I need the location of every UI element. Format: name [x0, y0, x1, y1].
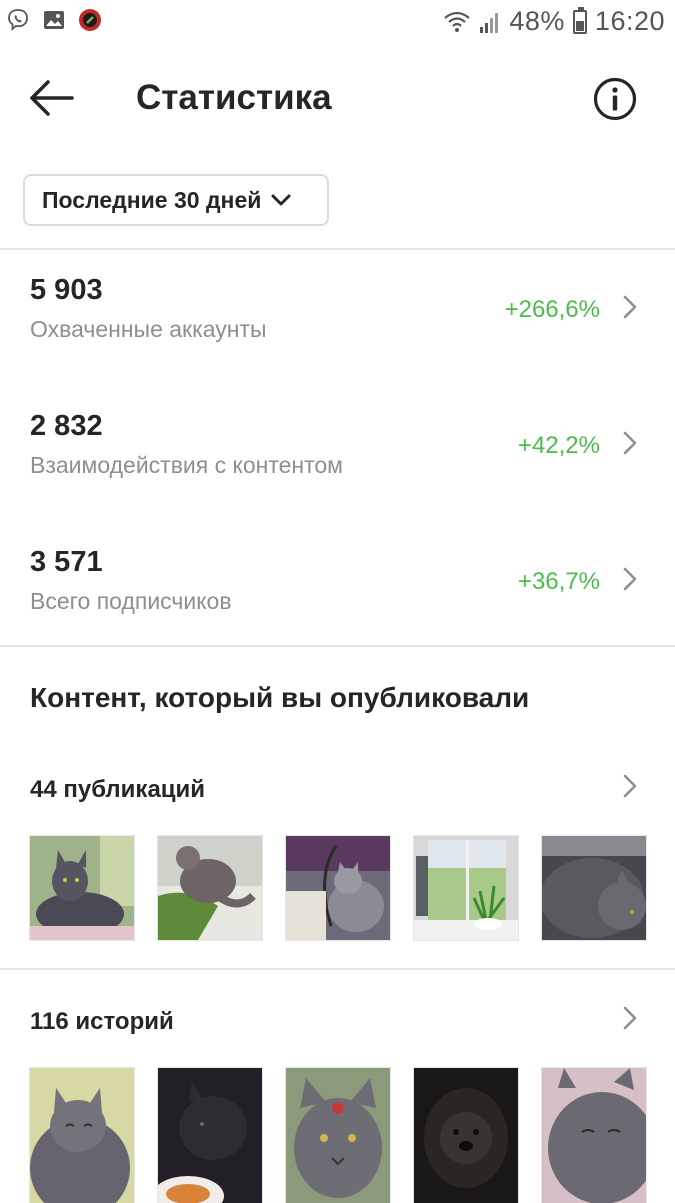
- chevron-right-icon: [623, 431, 637, 455]
- battery-percent: 48%: [509, 6, 565, 36]
- battery-icon: [572, 6, 587, 34]
- metric-value: 2 832: [30, 410, 103, 442]
- page-title: Статистика: [136, 78, 332, 117]
- back-arrow-icon: [30, 80, 74, 116]
- post-thumbnail[interactable]: [158, 836, 262, 940]
- story-thumbnail[interactable]: [414, 1068, 518, 1203]
- back-button[interactable]: [28, 76, 76, 120]
- wifi-icon: [444, 11, 471, 32]
- story-thumbnail[interactable]: [542, 1068, 646, 1203]
- metric-content-interactions[interactable]: 2 832 Взаимодействия с контентом +42,2%: [0, 410, 675, 520]
- stories-row[interactable]: 116 историй: [0, 1002, 675, 1050]
- metric-value: 3 571: [30, 546, 103, 578]
- content-section-title: Контент, который вы опубликовали: [30, 682, 530, 713]
- cat-photo-image: [158, 1068, 262, 1203]
- period-dropdown[interactable]: Последние 30 дней: [23, 174, 329, 226]
- chevron-right-icon: [623, 774, 637, 798]
- clock: 16:20: [594, 6, 665, 36]
- stories-count: 116 историй: [30, 1008, 174, 1035]
- cat-photo-image: [30, 836, 134, 940]
- notification-icons: [6, 8, 102, 32]
- period-label: Последние 30 дней: [42, 186, 262, 213]
- metric-label: Всего подписчиков: [30, 588, 232, 614]
- chevron-right-icon: [623, 295, 637, 319]
- metric-total-followers[interactable]: 3 571 Всего подписчиков +36,7%: [0, 546, 675, 656]
- status-bar: 48% 16:20: [0, 0, 675, 46]
- cat-photo-image: [542, 1068, 646, 1203]
- divider: [0, 968, 675, 970]
- metric-change: +266,6%: [504, 296, 600, 323]
- chevron-right-icon: [623, 1006, 637, 1030]
- cat-photo-image: [286, 1068, 390, 1203]
- stories-thumbnails: [30, 1068, 646, 1203]
- metric-value: 5 903: [30, 274, 103, 306]
- metric-accounts-reached[interactable]: 5 903 Охваченные аккаунты +266,6%: [0, 274, 675, 384]
- post-thumbnail[interactable]: [286, 836, 390, 940]
- chevron-right-icon: [623, 567, 637, 591]
- posts-row[interactable]: 44 публикаций: [0, 770, 675, 818]
- divider: [0, 645, 675, 647]
- post-thumbnail[interactable]: [30, 836, 134, 940]
- cat-photo-image: [30, 1068, 134, 1203]
- post-thumbnail[interactable]: [414, 836, 518, 940]
- info-button[interactable]: [592, 76, 638, 122]
- system-status: 48% 16:20: [443, 6, 665, 37]
- cat-photo-image: [542, 836, 646, 940]
- posts-thumbnails: [30, 836, 646, 940]
- metric-change: +36,7%: [517, 568, 600, 595]
- posts-count: 44 публикаций: [30, 776, 206, 803]
- window-plant-image: [414, 836, 518, 940]
- metric-change: +42,2%: [517, 432, 600, 459]
- info-icon: [593, 77, 637, 121]
- post-thumbnail[interactable]: [542, 836, 646, 940]
- app-header: Статистика: [0, 58, 675, 138]
- app-icon: [79, 9, 101, 31]
- chevron-down-icon: [271, 194, 291, 206]
- cat-photo-image: [158, 836, 262, 940]
- metric-label: Охваченные аккаунты: [30, 316, 267, 342]
- story-thumbnail[interactable]: [30, 1068, 134, 1203]
- dog-photo-image: [414, 1068, 518, 1203]
- story-thumbnail[interactable]: [286, 1068, 390, 1203]
- signal-icon: [480, 12, 499, 33]
- cat-photo-image: [286, 836, 390, 940]
- story-thumbnail[interactable]: [158, 1068, 262, 1203]
- gallery-icon: [44, 11, 64, 29]
- viber-icon: [8, 9, 28, 32]
- metric-label: Взаимодействия с контентом: [30, 452, 343, 478]
- divider: [0, 248, 675, 250]
